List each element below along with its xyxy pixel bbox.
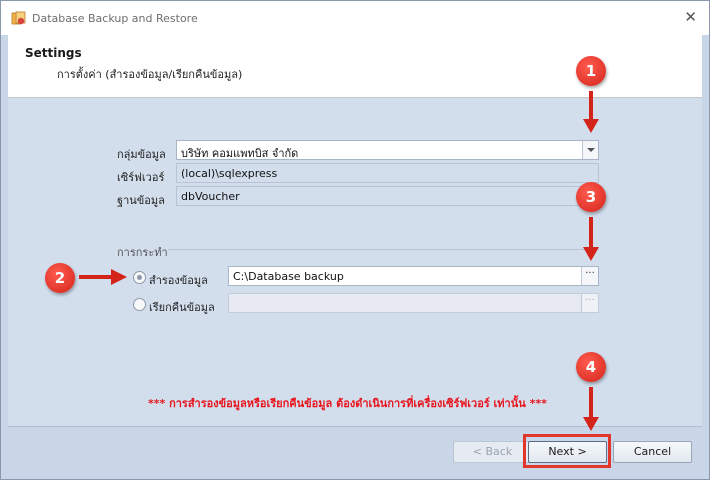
page-title: Settings <box>25 46 82 60</box>
restore-radio[interactable] <box>133 298 146 311</box>
chevron-down-icon[interactable] <box>582 141 598 159</box>
page-subtitle: การตั้งค่า (สำรองข้อมูล/เรียกคืนข้อมูล) <box>57 68 243 81</box>
database-field: dbVoucher <box>176 186 599 206</box>
restore-label[interactable]: เรียกคืนข้อมูล <box>149 298 215 316</box>
cancel-button[interactable]: Cancel <box>613 441 692 463</box>
action-group-label: การกระทำ <box>117 246 168 259</box>
backup-path-input[interactable]: C:\Database backup <box>228 266 599 286</box>
backup-restore-window: Database Backup and Restore ✕ Settings ก… <box>0 0 710 480</box>
group-value: บริษัท คอมแพทบิส จำกัด <box>181 147 299 160</box>
window-title: Database Backup and Restore <box>32 12 198 25</box>
arrow-right-2-icon <box>79 269 127 285</box>
app-icon <box>11 11 26 25</box>
restore-path-input[interactable] <box>228 293 599 313</box>
database-value: dbVoucher <box>181 190 240 203</box>
group-divider <box>168 249 599 250</box>
server-value: (local)\sqlexpress <box>181 167 278 180</box>
callout-4: 4 <box>576 352 606 382</box>
title-bar: Database Backup and Restore ✕ <box>1 1 709 35</box>
callout-3: 3 <box>576 182 606 212</box>
backup-label[interactable]: สำรองข้อมูล <box>149 271 208 289</box>
server-field: (local)\sqlexpress <box>176 163 599 183</box>
back-button[interactable]: < Back <box>453 441 532 463</box>
close-icon[interactable]: ✕ <box>684 10 697 25</box>
server-label: เซิร์ฟเวอร์ <box>117 171 165 184</box>
arrow-down-3-icon <box>583 217 599 261</box>
callout-2: 2 <box>45 263 75 293</box>
browse-restore-button[interactable]: ··· <box>581 294 598 312</box>
backup-path-value: C:\Database backup <box>233 270 344 283</box>
browse-backup-button[interactable]: ··· <box>581 267 598 285</box>
next-button-highlight <box>523 434 611 468</box>
database-label: ฐานข้อมูล <box>117 194 165 207</box>
arrow-down-4-icon <box>583 387 599 431</box>
arrow-down-1-icon <box>583 91 599 133</box>
backup-radio[interactable] <box>133 271 146 284</box>
callout-1: 1 <box>576 56 606 86</box>
server-only-warning: *** การสำรองข้อมูลหรือเรียกคืนข้อมูล ต้อ… <box>148 397 547 410</box>
group-label: กลุ่มข้อมูล <box>117 148 166 161</box>
group-combobox[interactable]: บริษัท คอมแพทบิส จำกัด <box>176 140 599 160</box>
